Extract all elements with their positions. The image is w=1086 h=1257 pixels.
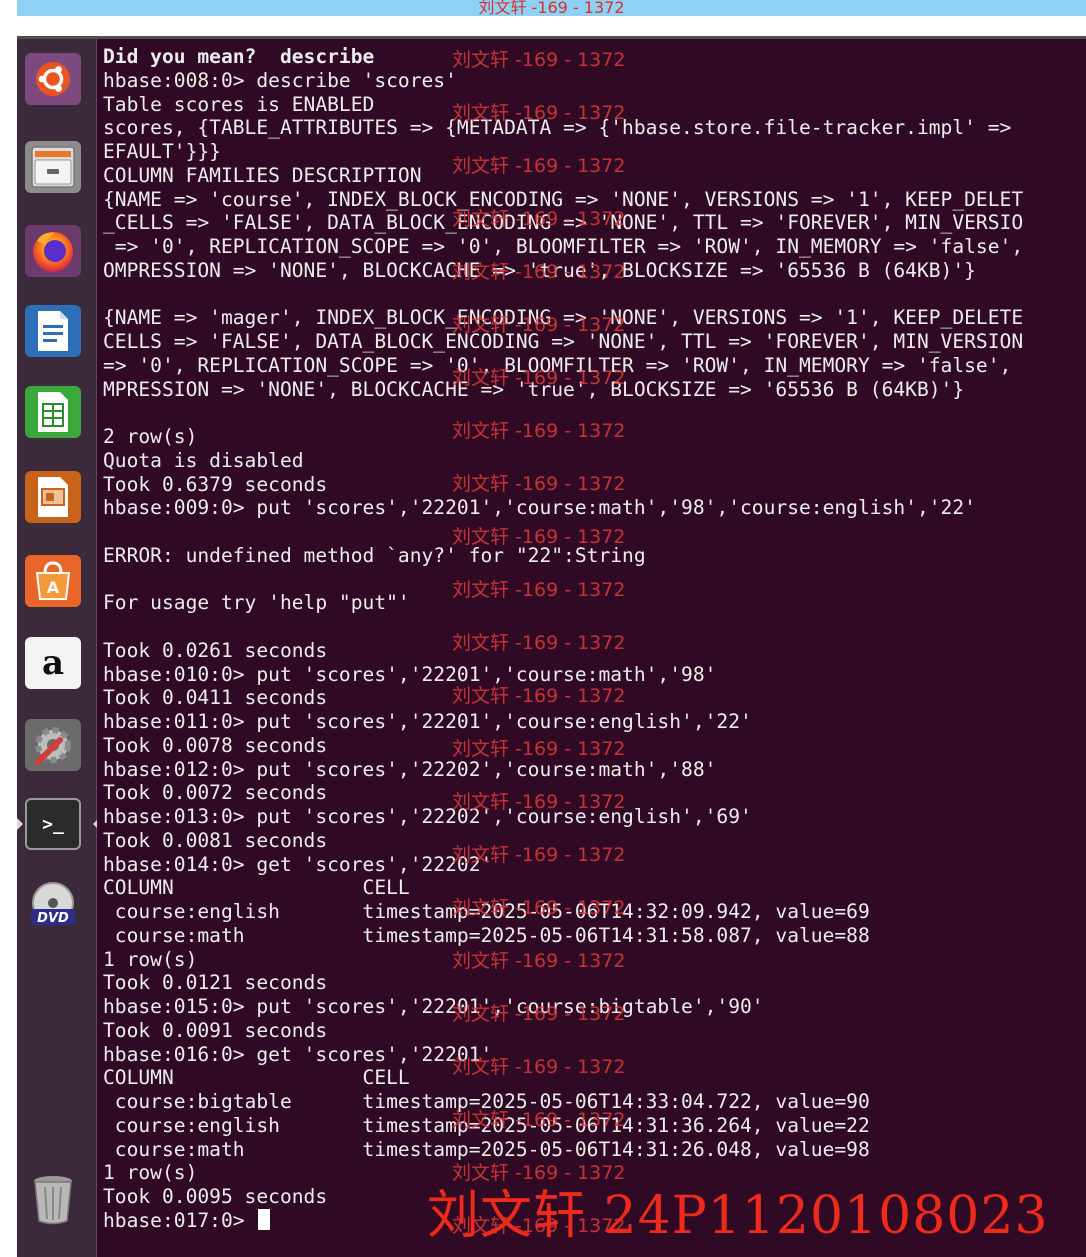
terminal-prompt-line[interactable]: hbase:017:0> <box>103 1208 1086 1233</box>
system-settings-icon <box>25 719 81 771</box>
dash-icon <box>25 53 81 105</box>
terminal-line: ERROR: undefined method `any?' for "22":… <box>103 543 646 567</box>
launcher-item-amazon[interactable]: a <box>21 633 89 693</box>
terminal-line: course:bigtable timestamp=2025-05-06T14:… <box>103 1090 870 1113</box>
terminal-line: hbase:012:0> put 'scores','22202','cours… <box>103 757 717 781</box>
terminal-line: hbase:008:0> describe 'scores' <box>103 68 457 92</box>
terminal-line: Took 0.0095 seconds <box>103 1185 328 1208</box>
terminal-line: _CELLS => 'FALSE', DATA_BLOCK_ENCODING =… <box>103 211 1024 235</box>
terminal-line: => '0', REPLICATION_SCOPE => '0', BLOOMF… <box>103 235 1024 258</box>
terminal-line: 1 row(s) <box>103 947 198 971</box>
terminal-line: hbase:010:0> put 'scores','22201','cours… <box>103 662 717 686</box>
terminal-line: 1 row(s) <box>103 1161 198 1185</box>
unity-launcher: A a >_ DVD <box>17 39 99 1257</box>
files-icon <box>25 141 81 193</box>
terminal-line: hbase:011:0> put 'scores','22201','cours… <box>103 710 752 733</box>
terminal-cursor <box>258 1208 271 1230</box>
trash-icon <box>25 1173 81 1225</box>
terminal-window[interactable]: Did you mean? describe hbase:008:0> descr… <box>97 39 1086 1257</box>
dvd-icon: DVD <box>25 880 81 932</box>
dvd-glyph: DVD <box>37 911 69 926</box>
amazon-glyph: a <box>41 643 65 683</box>
terminal-line: Quota is disabled <box>103 448 304 472</box>
svg-text:A: A <box>47 578 60 597</box>
amazon-icon: a <box>25 637 81 689</box>
launcher-item-firefox[interactable] <box>21 221 89 281</box>
launcher-item-terminal[interactable]: >_ <box>17 794 99 854</box>
libreoffice-impress-icon <box>25 471 81 523</box>
terminal-line: Took 0.0078 seconds <box>103 733 328 757</box>
terminal-glyph: >_ <box>42 813 64 835</box>
terminal-line: hbase:013:0> put 'scores','22202','cours… <box>103 805 752 828</box>
terminal-line: Took 0.0091 seconds <box>103 1018 328 1042</box>
terminal-line: OMPRESSION => 'NONE', BLOCKCACHE => 'tru… <box>103 258 976 282</box>
terminal-line: CELLS => 'FALSE', DATA_BLOCK_ENCODING =>… <box>103 330 1024 353</box>
launcher-item-files[interactable] <box>21 137 89 197</box>
terminal-line: => '0', REPLICATION_SCOPE => '0', BLOOMF… <box>103 353 1012 377</box>
top-banner: 刘文轩 -169 - 1372 <box>17 0 1086 17</box>
terminal-line: hbase:014:0> get 'scores','22202' <box>103 852 493 876</box>
terminal-line: Took 0.0121 seconds <box>103 971 328 995</box>
launcher-item-dvd[interactable]: DVD <box>21 876 89 936</box>
launcher-item-dash[interactable] <box>21 49 89 109</box>
terminal-line: Did you mean? describe <box>103 45 375 68</box>
terminal-line: COLUMN CELL <box>103 1066 410 1090</box>
terminal-line: Table scores is ENABLED <box>103 92 375 116</box>
terminal-prompt: hbase:017:0> <box>103 1208 257 1232</box>
libreoffice-writer-icon <box>25 305 81 357</box>
terminal-line: course:english timestamp=2025-05-06T14:3… <box>103 1113 870 1137</box>
firefox-icon <box>25 225 81 277</box>
terminal-line: MPRESSION => 'NONE', BLOCKCACHE => 'true… <box>103 377 965 401</box>
launcher-item-trash[interactable] <box>21 1169 89 1229</box>
software-center-icon: A <box>25 555 81 607</box>
terminal-line: EFAULT'}}} <box>103 140 221 163</box>
terminal-line: Took 0.0081 seconds <box>103 828 328 852</box>
terminal-line: Took 0.0411 seconds <box>103 686 328 710</box>
terminal-line: hbase:015:0> put 'scores','22201','cours… <box>103 995 764 1018</box>
top-watermark: 刘文轩 -169 - 1372 <box>478 0 625 17</box>
terminal-line: course:math timestamp=2025-05-06T14:31:5… <box>103 923 870 947</box>
launcher-item-system-settings[interactable] <box>21 715 89 775</box>
terminal-line: Took 0.6379 seconds <box>103 472 328 496</box>
terminal-icon: >_ <box>25 798 81 850</box>
launcher-item-impress[interactable] <box>21 467 89 527</box>
terminal-line: course:math timestamp=2025-05-06T14:31:2… <box>103 1137 870 1161</box>
terminal-line: hbase:016:0> get 'scores','22201' <box>103 1042 493 1066</box>
terminal-line: course:english timestamp=2025-05-06T14:3… <box>103 900 870 923</box>
launcher-item-software-center[interactable]: A <box>21 551 89 611</box>
terminal-line: Took 0.0261 seconds <box>103 638 328 662</box>
terminal-line: {NAME => 'mager', INDEX_BLOCK_ENCODING =… <box>103 306 1024 330</box>
running-indicator <box>17 818 23 830</box>
terminal-line: COLUMN FAMILIES DESCRIPTION <box>103 163 422 187</box>
terminal-line: hbase:009:0> put 'scores','22201','cours… <box>103 496 976 520</box>
terminal-line: 2 row(s) <box>103 425 198 448</box>
terminal-output: Did you mean? describe hbase:008:0> descr… <box>103 45 1086 1233</box>
terminal-line: Took 0.0072 seconds <box>103 781 328 805</box>
libreoffice-calc-icon <box>25 386 81 438</box>
terminal-line: scores, {TABLE_ATTRIBUTES => {METADATA =… <box>103 116 1012 140</box>
terminal-line: COLUMN CELL <box>103 876 410 900</box>
launcher-item-writer[interactable] <box>21 301 89 361</box>
launcher-item-calc[interactable] <box>21 382 89 442</box>
terminal-line: {NAME => 'course', INDEX_BLOCK_ENCODING … <box>103 187 1024 211</box>
terminal-line: For usage try 'help "put"' <box>103 591 410 615</box>
